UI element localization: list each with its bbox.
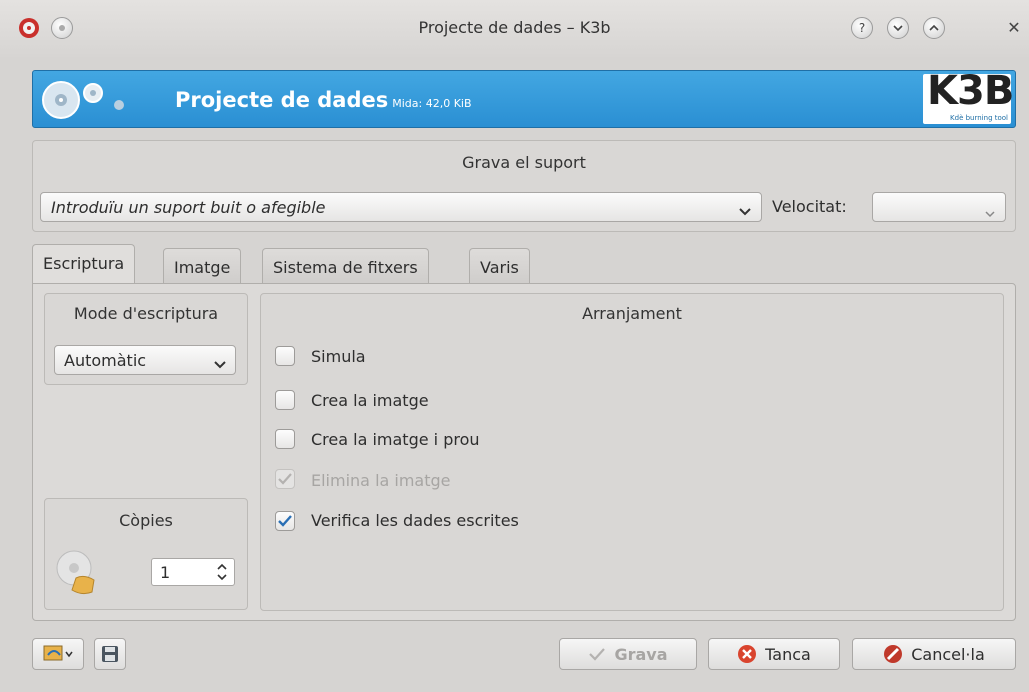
project-size: Mida: 42,0 KiB <box>392 97 472 110</box>
remove-image-checkbox <box>275 469 295 489</box>
checkmark-icon <box>278 515 292 527</box>
save-settings-button[interactable] <box>94 638 126 670</box>
floppy-icon <box>102 646 118 662</box>
k3b-logo-text: K3B <box>927 68 1014 114</box>
copies-value: 1 <box>160 563 171 582</box>
write-mode-select[interactable]: Automàtic <box>54 345 236 375</box>
write-mode-value: Automàtic <box>64 351 147 370</box>
create-image-label: Crea la imatge <box>311 391 429 410</box>
close-icon <box>738 645 757 663</box>
k3b-logo: K3B Kdè burning tool <box>923 68 1014 124</box>
cancel-icon <box>884 645 903 663</box>
checkmark-icon <box>589 648 606 661</box>
burn-button[interactable]: Grava <box>559 638 697 670</box>
copies-spinbox[interactable]: 1 <box>151 558 235 586</box>
tab-misc[interactable]: Varis <box>469 248 530 284</box>
checkmark-icon <box>278 473 292 485</box>
tab-filesystem[interactable]: Sistema de fitxers <box>262 248 429 284</box>
medium-select[interactable]: Introduïu un suport buit o afegible <box>40 192 762 222</box>
create-image-checkbox[interactable] <box>275 390 295 410</box>
k3b-logo-tagline: Kdè burning tool <box>950 114 1008 122</box>
only-create-image-label: Crea la imatge i prou <box>311 430 480 449</box>
tab-image[interactable]: Imatge <box>163 248 242 284</box>
burn-medium-title: Grava el suport <box>462 153 586 172</box>
chevron-down-icon <box>214 355 226 374</box>
settings-title: Arranjament <box>582 304 682 323</box>
close-button[interactable]: Tanca <box>708 638 840 670</box>
simulate-checkbox[interactable] <box>275 346 295 366</box>
cd-copies-icon <box>54 548 104 598</box>
medium-select-value: Introduïu un suport buit o afegible <box>51 198 326 217</box>
project-header-banner: Projecte de dades Mida: 42,0 KiB K3B Kdè … <box>32 68 1016 128</box>
tab-writing[interactable]: Escriptura <box>32 244 136 284</box>
verify-data-checkbox[interactable] <box>275 511 295 531</box>
minimize-button[interactable] <box>887 17 909 39</box>
simulate-label: Simula <box>311 347 366 366</box>
chevron-down-icon <box>985 203 995 222</box>
remove-image-label: Elimina la imatge <box>311 471 451 490</box>
chevron-down-icon <box>739 202 751 221</box>
load-settings-icon <box>43 645 73 661</box>
write-mode-title: Mode d'escriptura <box>73 304 219 323</box>
settings-group <box>260 293 1004 611</box>
speed-label: Velocitat: <box>772 197 847 216</box>
load-settings-button[interactable] <box>32 638 84 670</box>
help-button[interactable]: ? <box>851 17 873 39</box>
project-title: Projecte de dades Mida: 42,0 KiB <box>175 88 472 112</box>
only-create-image-checkbox[interactable] <box>275 429 295 449</box>
maximize-button[interactable] <box>923 17 945 39</box>
spin-arrows-icon[interactable] <box>216 562 228 586</box>
window-title: Projecte de dades – K3b <box>418 18 611 37</box>
speed-select[interactable] <box>872 192 1006 222</box>
cancel-button[interactable]: Cancel·la <box>852 638 1016 670</box>
copies-title: Còpies <box>119 511 173 530</box>
verify-data-label: Verifica les dades escrites <box>311 511 519 530</box>
close-window-button[interactable]: ✕ <box>1004 17 1024 37</box>
cd-icon <box>41 79 125 121</box>
